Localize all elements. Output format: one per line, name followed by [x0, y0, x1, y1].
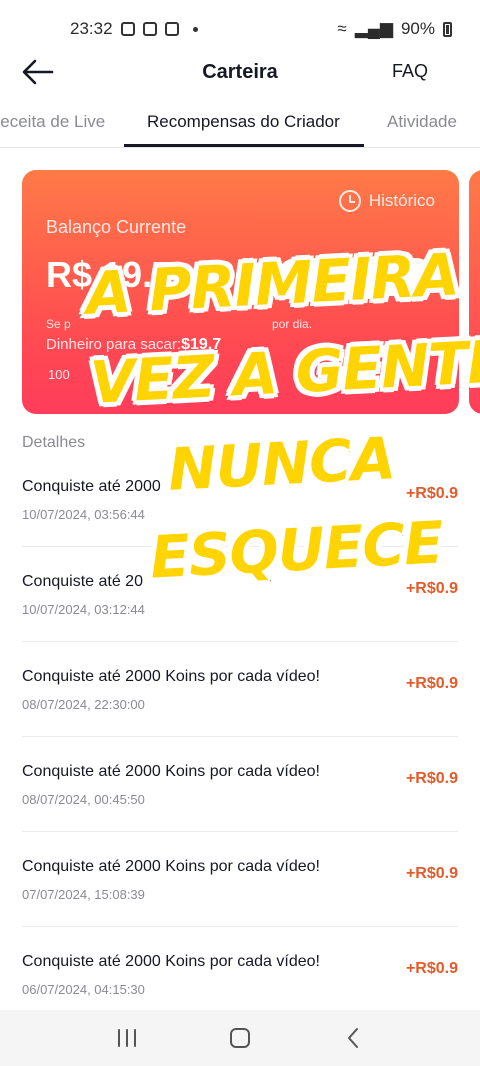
item-title: Conquiste até 2000 Koins por cada vídeo! — [22, 668, 320, 685]
back-button[interactable] — [18, 54, 58, 90]
recent-apps-button[interactable] — [107, 1018, 147, 1058]
item-amount: +R$0.9 — [405, 865, 458, 882]
card-small-value: 100 — [48, 367, 70, 382]
withdrawable-value: $19.7 — [181, 336, 222, 353]
home-icon — [229, 1028, 250, 1048]
list-item[interactable]: Conquiste até 2000 10/07/2024, 03:56:44 … — [0, 478, 480, 573]
system-navigation-bar — [0, 1010, 480, 1066]
home-button[interactable] — [220, 1018, 260, 1058]
withdrawable-amount: Dinheiro para sacar:$19.7 — [46, 336, 221, 354]
item-title: Conquiste até 20 — [22, 573, 143, 590]
instagram-icon — [142, 22, 157, 36]
tab-receita-de-live[interactable]: Receita de Live — [0, 112, 105, 132]
item-amount: +R$0.9 — [405, 485, 458, 502]
item-title: Conquiste até 2000 Koins por cada vídeo! — [22, 763, 320, 780]
battery-icon — [443, 21, 452, 37]
item-date: 07/07/2024, 15:08:39 — [22, 887, 145, 902]
instagram-icon — [164, 22, 179, 36]
item-date: 10/07/2024, 03:56:44 — [22, 507, 145, 522]
details-heading: Detalhes — [22, 434, 86, 451]
app-header: Carteira FAQ — [0, 44, 480, 100]
balance-note: Se p — [46, 317, 71, 331]
arrow-left-icon — [22, 59, 54, 85]
gallery-icon — [120, 22, 135, 36]
balance-note-suffix: por dia. — [272, 317, 313, 331]
divider — [22, 736, 458, 737]
withdraw-button[interactable] — [277, 258, 435, 296]
history-button[interactable]: Histórico — [338, 190, 435, 212]
item-title: Conquiste até 2000 — [22, 478, 161, 495]
divider — [22, 926, 458, 927]
divider — [22, 831, 458, 832]
page-title: Carteira — [202, 60, 278, 83]
signal-icon: ▂▄▆ — [354, 19, 393, 38]
recent-apps-icon — [117, 1029, 136, 1047]
item-amount: +R$0.9 — [405, 770, 458, 787]
item-date: 08/07/2024, 22:30:00 — [22, 697, 145, 712]
balance-card: Histórico Balanço Currente R$ 19.7 Se p … — [22, 170, 459, 414]
balance-label: Balanço Currente — [46, 217, 187, 237]
divider — [22, 546, 458, 547]
item-amount: +R$0.9 — [405, 580, 458, 597]
divider — [22, 641, 458, 642]
item-title: Conquiste até 2000 Koins por cada vídeo! — [22, 858, 320, 875]
item-date: 08/07/2024, 00:45:50 — [22, 792, 145, 807]
item-amount: +R$0.9 — [405, 960, 458, 977]
item-title: Conquiste até 2000 Koins por cada vídeo! — [22, 953, 320, 970]
battery-level: 90% — [400, 19, 435, 38]
list-item[interactable]: Conquiste até 2000 Koins por cada vídeo!… — [0, 668, 480, 763]
tab-bar: Receita de Live Recompensas do Criador A… — [0, 98, 480, 148]
tab-recompensas-do-criador[interactable]: Recompensas do Criador — [147, 112, 340, 132]
item-date: 06/07/2024, 04:15:30 — [22, 982, 145, 997]
list-item[interactable]: Conquiste até 20 10/07/2024, 03:12:44 +R… — [0, 573, 480, 668]
next-card-peek[interactable] — [469, 170, 480, 414]
wifi-icon: ≈ — [337, 19, 347, 38]
chevron-left-icon — [348, 1028, 359, 1048]
list-item[interactable]: Conquiste até 2000 Koins por cada vídeo!… — [0, 763, 480, 858]
list-item[interactable]: Conquiste até 2000 Koins por cada vídeo!… — [0, 858, 480, 953]
status-time: 23:32 — [70, 19, 113, 38]
withdrawable-label: Dinheiro para sacar: — [46, 336, 182, 353]
faq-link[interactable]: FAQ — [392, 61, 428, 82]
clock-icon — [338, 190, 361, 212]
history-label: Histórico — [368, 191, 435, 210]
active-tab-indicator — [124, 144, 364, 147]
balance-value: R$ 19.7 — [46, 254, 173, 295]
tab-atividade[interactable]: Atividade — [387, 112, 457, 132]
item-date: 10/07/2024, 03:12:44 — [22, 602, 145, 617]
more-notifications-icon — [192, 26, 198, 32]
item-amount: +R$0.9 — [405, 675, 458, 692]
back-nav-button[interactable] — [333, 1018, 373, 1058]
